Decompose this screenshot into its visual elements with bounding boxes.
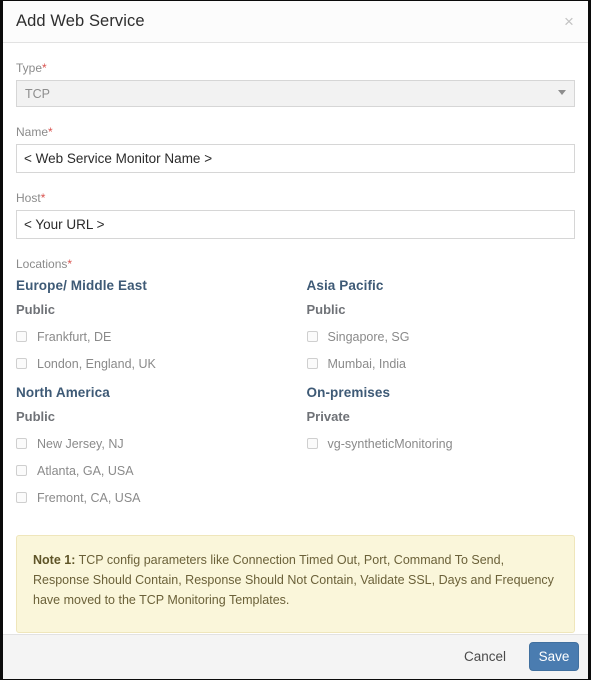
location-label: Singapore, SG — [327, 329, 410, 344]
location-label: Fremont, CA, USA — [37, 490, 141, 505]
close-icon[interactable]: × — [560, 13, 578, 31]
location-checkbox-row[interactable]: Frankfurt, DE — [16, 323, 296, 350]
location-checkbox-row[interactable]: Mumbai, India — [306, 350, 576, 377]
checkbox-singapore[interactable] — [306, 331, 318, 342]
region-title: Europe/ Middle East — [16, 278, 147, 293]
note-callout: Note 1: TCP config parameters like Conne… — [16, 535, 575, 633]
host-input[interactable] — [16, 210, 575, 239]
region-asia-pacific: Asia Pacific Public Singapore, SG Mumbai… — [296, 278, 576, 385]
locations-label-text: Locations — [16, 257, 68, 271]
location-checkbox-row[interactable]: Atlanta, GA, USA — [16, 457, 296, 484]
note-body: TCP config parameters like Connection Ti… — [33, 553, 554, 607]
cancel-button[interactable]: Cancel — [460, 647, 510, 666]
region-visibility: Public — [16, 409, 56, 424]
location-checkbox-row[interactable]: Fremont, CA, USA — [16, 484, 296, 511]
checkbox-mumbai[interactable] — [306, 358, 318, 369]
required-asterisk: * — [67, 257, 73, 271]
region-north-america: North America Public New Jersey, NJ Atla… — [16, 385, 296, 519]
location-label: London, England, UK — [37, 356, 156, 371]
host-label: Host* — [16, 173, 575, 210]
region-title: Asia Pacific — [306, 278, 384, 293]
modal-footer: Cancel Save — [3, 634, 588, 679]
checkbox-london[interactable] — [16, 358, 27, 369]
region-title: On-premises — [306, 385, 391, 400]
type-selected-value: TCP — [25, 87, 50, 101]
type-label: Type* — [16, 43, 575, 80]
type-select[interactable]: TCP — [16, 80, 575, 107]
location-label: New Jersey, NJ — [37, 436, 124, 451]
location-checkbox-row[interactable]: London, England, UK — [16, 350, 296, 377]
region-visibility: Public — [306, 302, 346, 317]
chevron-down-icon — [558, 90, 566, 95]
location-label: Mumbai, India — [327, 356, 407, 371]
location-checkbox-row[interactable]: New Jersey, NJ — [16, 430, 296, 457]
page-title: Add Web Service — [16, 12, 145, 30]
locations-row-2: North America Public New Jersey, NJ Atla… — [16, 385, 575, 519]
location-label: Frankfurt, DE — [37, 329, 112, 344]
name-label-text: Name — [16, 125, 49, 139]
region-europe-middle-east: Europe/ Middle East Public Frankfurt, DE… — [16, 278, 296, 385]
host-field-group: Host* — [16, 173, 575, 239]
checkbox-fremont[interactable] — [16, 492, 27, 503]
add-web-service-modal: Add Web Service × Type* TCP Name* Host* … — [0, 0, 591, 680]
checkbox-vg-syntheticmonitoring[interactable] — [306, 438, 318, 449]
name-label: Name* — [16, 107, 575, 144]
locations-label: Locations* — [16, 239, 575, 278]
region-visibility: Private — [306, 409, 350, 424]
host-label-text: Host — [16, 191, 41, 205]
location-label: vg-syntheticMonitoring — [327, 436, 453, 451]
required-asterisk: * — [40, 191, 46, 205]
save-button[interactable]: Save — [529, 642, 579, 671]
name-field-group: Name* — [16, 107, 575, 173]
required-asterisk: * — [48, 125, 53, 139]
modal-body: Type* TCP Name* Host* Locations* Europe/… — [3, 43, 588, 634]
region-title: North America — [16, 385, 110, 400]
note-prefix: Note 1: — [33, 553, 76, 567]
type-label-text: Type — [16, 61, 43, 75]
location-checkbox-row[interactable]: vg-syntheticMonitoring — [306, 430, 576, 457]
locations-row-1: Europe/ Middle East Public Frankfurt, DE… — [16, 278, 575, 385]
name-input[interactable] — [16, 144, 575, 173]
locations-grid: Europe/ Middle East Public Frankfurt, DE… — [16, 278, 575, 519]
location-label: Atlanta, GA, USA — [37, 463, 134, 478]
location-checkbox-row[interactable]: Singapore, SG — [306, 323, 576, 350]
checkbox-frankfurt[interactable] — [16, 331, 27, 342]
region-on-premises: On-premises Private vg-syntheticMonitori… — [296, 385, 576, 519]
type-field-group: Type* TCP — [16, 43, 575, 107]
checkbox-new-jersey[interactable] — [16, 438, 27, 449]
note-text: Note 1: TCP config parameters like Conne… — [33, 550, 558, 610]
checkbox-atlanta[interactable] — [16, 465, 27, 476]
region-visibility: Public — [16, 302, 56, 317]
required-asterisk: * — [42, 61, 47, 75]
modal-header: Add Web Service × — [3, 1, 588, 43]
